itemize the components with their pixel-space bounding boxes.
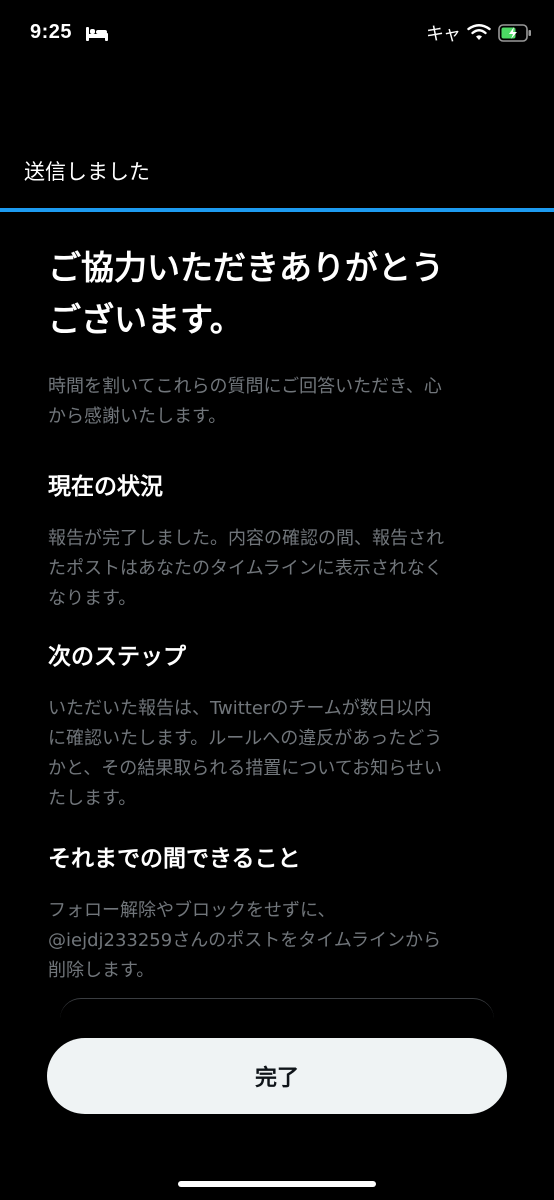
section-line: かと、その結果取られる措置についてお知らせい — [48, 758, 442, 779]
section-heading: 現在の状況 — [48, 474, 163, 500]
subtitle-line-2: から感謝いたします。 — [48, 406, 227, 427]
progress-bar — [0, 208, 554, 212]
section-body: いただいた報告は、Twitterのチームが数日以内 に確認いたします。ルールへの… — [48, 694, 508, 814]
section-line: いただいた報告は、Twitterのチームが数日以内 — [48, 698, 432, 719]
section-heading: 次のステップ — [48, 644, 186, 670]
section-current-status: 現在の状況 報告が完了しました。内容の確認の間、報告され たポストはあなたのタイ… — [48, 470, 508, 614]
scroll-hint-edge — [60, 998, 494, 1019]
section-line: 削除します。 — [48, 960, 155, 981]
thank-you-title-line-1: ご協力いただきありがとう — [48, 248, 444, 287]
section-line: たします。 — [48, 788, 137, 809]
thank-you-subtitle: 時間を割いてこれらの質問にご回答いただき、心 から感謝いたします。 — [48, 372, 508, 432]
section-line: に確認いたします。ルールへの違反があったどう — [48, 728, 443, 749]
confirmation-content: ご協力いただきありがとう ございます。 時間を割いてこれらの質問にご回答いただき… — [48, 242, 508, 981]
section-body: フォロー解除やブロックをせずに、 @iejdj233259さんのポストをタイムラ… — [48, 896, 508, 986]
status-time: 9:25 — [30, 21, 73, 43]
done-button[interactable]: 完了 — [47, 1038, 507, 1114]
status-indicators: キャ — [426, 22, 532, 45]
section-line: @iejdj233259さんのポストをタイムラインから — [48, 930, 441, 951]
section-body: 報告が完了しました。内容の確認の間、報告され たポストはあなたのタイムラインに表… — [48, 524, 508, 614]
home-indicator[interactable] — [178, 1181, 376, 1187]
section-line: たポストはあなたのタイムラインに表示されなく — [48, 558, 443, 579]
section-line: なります。 — [48, 588, 137, 609]
bed-icon — [86, 27, 108, 41]
section-line: 報告が完了しました。内容の確認の間、報告され — [48, 528, 444, 549]
subtitle-line-1: 時間を割いてこれらの質問にご回答いただき、心 — [48, 376, 442, 397]
section-heading: それまでの間できること — [48, 846, 301, 872]
page-title: 送信しました — [24, 160, 150, 184]
section-line: フォロー解除やブロックをせずに、 — [48, 900, 336, 921]
thank-you-title-line-2: ございます。 — [48, 300, 243, 339]
carrier-label: キャ — [426, 24, 461, 45]
page-header: 送信しました — [0, 148, 554, 210]
wifi-icon — [467, 24, 491, 40]
status-bar: 9:25 キャ — [0, 0, 554, 70]
thank-you-title: ご協力いただきありがとう ございます。 — [48, 242, 508, 346]
section-meanwhile: それまでの間できること フォロー解除やブロックをせずに、 @iejdj23325… — [48, 842, 508, 986]
battery-icon — [498, 24, 531, 42]
section-next-steps: 次のステップ いただいた報告は、Twitterのチームが数日以内 に確認いたしま… — [48, 640, 508, 814]
